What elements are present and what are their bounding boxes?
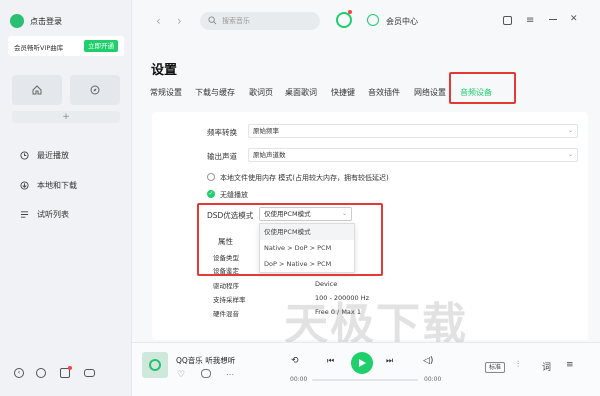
local-file-label: 本地文件使用内存 模式(占用较大内存，拥有较低延迟)	[220, 174, 389, 182]
tab-general[interactable]: 常规设置	[150, 87, 182, 98]
prop-driver-value: Device	[315, 280, 338, 288]
play-icon	[359, 359, 366, 367]
chevron-down-icon: ⌄	[567, 127, 573, 134]
vip-text: 会员畅听VIP曲库	[14, 44, 64, 52]
comment-icon[interactable]	[201, 369, 211, 378]
game-icon[interactable]	[84, 369, 95, 377]
lyrics-icon[interactable]: 词	[542, 360, 551, 373]
sidebar-item-label: 试听列表	[37, 209, 69, 219]
sidebar-item-trial[interactable]: 试听列表	[20, 205, 69, 223]
add-shortcut-button[interactable]: +	[12, 111, 120, 123]
play-button[interactable]	[351, 352, 373, 374]
settings-title: 设置	[151, 63, 178, 78]
music-recognition-icon[interactable]	[336, 12, 352, 28]
close-icon[interactable]: ✕	[570, 14, 578, 24]
more-icon[interactable]: ⋯	[226, 370, 234, 379]
highlight-box-dsd	[197, 203, 383, 276]
menu-icon[interactable]: ≡	[526, 15, 534, 26]
back-circle-icon[interactable]: ‹	[14, 368, 24, 378]
nav-forward-icon[interactable]: ›	[177, 14, 182, 28]
prev-icon[interactable]: ⏮	[327, 356, 334, 366]
sidebar-item-label: 最近播放	[37, 150, 69, 160]
album-cover[interactable]	[142, 352, 168, 378]
home-button[interactable]	[12, 75, 62, 105]
tab-sound-effects[interactable]: 音效插件	[368, 87, 400, 98]
sidebar-item-recent[interactable]: 最近播放	[20, 146, 69, 164]
gapless-checkbox[interactable]: ✓	[207, 190, 215, 198]
like-icon[interactable]: ♡	[177, 370, 185, 380]
search-placeholder: 搜索音乐	[222, 17, 250, 25]
volume-icon[interactable]: ◁)	[423, 356, 433, 366]
album-logo-icon	[149, 359, 161, 371]
sound-effect-icon[interactable]: ⫶	[517, 360, 519, 370]
sample-rate-label: 频率转换	[207, 128, 237, 137]
settings-icon[interactable]	[36, 368, 46, 378]
playlist-icon[interactable]: ≡	[566, 360, 574, 370]
vip-open-button[interactable]: 立即开通	[84, 40, 118, 52]
quality-button[interactable]: 标准	[485, 362, 505, 373]
mini-mode-icon[interactable]	[503, 16, 512, 25]
qq-music-logo[interactable]	[10, 14, 24, 28]
next-icon[interactable]: ⏭	[386, 356, 393, 366]
progress-bar[interactable]	[312, 379, 418, 381]
nav-back-icon[interactable]: ‹	[156, 14, 161, 28]
tab-network[interactable]: 网络设置	[414, 87, 446, 98]
chevron-down-icon: ⌄	[567, 151, 573, 158]
tab-hotkeys[interactable]: 快捷键	[331, 87, 355, 98]
sample-rate-value: 原始频率	[253, 127, 279, 135]
notification-dot	[68, 366, 72, 370]
sidebar-item-label: 本地和下载	[37, 180, 77, 190]
local-file-radio[interactable]	[207, 173, 215, 181]
vip-diamond-icon[interactable]	[367, 14, 379, 26]
login-link[interactable]: 点击登录	[30, 16, 62, 27]
gapless-label: 无缝播放	[220, 191, 248, 199]
time-total: 00:00	[424, 376, 442, 383]
list-icon	[20, 210, 29, 218]
output-channel-label: 输出声道	[207, 152, 237, 161]
discover-button[interactable]	[70, 75, 120, 105]
search-input[interactable]: 搜索音乐	[200, 12, 320, 30]
clock-icon	[20, 150, 29, 160]
repeat-icon[interactable]: ⟲	[291, 356, 299, 366]
sidebar: 点击登录 会员畅听VIP曲库 立即开通 + 最近播放 本地和下载 试听列表 ‹	[0, 0, 132, 396]
prop-driver-key: 驱动程序	[213, 282, 239, 290]
download-icon	[20, 180, 29, 190]
minimize-icon[interactable]	[549, 19, 557, 20]
recognition-dot	[348, 10, 352, 14]
time-current: 00:00	[290, 376, 308, 383]
output-channel-value: 原始声道数	[253, 151, 286, 159]
prop-sample-rate-key: 支持采样率	[213, 296, 246, 304]
tab-lyrics-page[interactable]: 歌词页	[249, 87, 273, 98]
sidebar-item-local[interactable]: 本地和下载	[20, 176, 77, 194]
home-icon	[32, 85, 42, 95]
prop-hw-mix-key: 硬件混音	[213, 310, 239, 318]
search-icon	[208, 16, 217, 25]
output-channel-select[interactable]: 原始声道数 ⌄	[248, 148, 578, 162]
member-center-link[interactable]: 会员中心	[386, 16, 418, 27]
sample-rate-select[interactable]: 原始频率 ⌄	[248, 124, 578, 138]
song-title: QQ音乐 听我想听	[176, 356, 236, 365]
tab-desktop-lyrics[interactable]: 桌面歌词	[285, 87, 317, 98]
highlight-box-tab	[449, 72, 516, 104]
compass-icon	[90, 85, 100, 95]
tab-download-cache[interactable]: 下载与缓存	[195, 87, 235, 98]
